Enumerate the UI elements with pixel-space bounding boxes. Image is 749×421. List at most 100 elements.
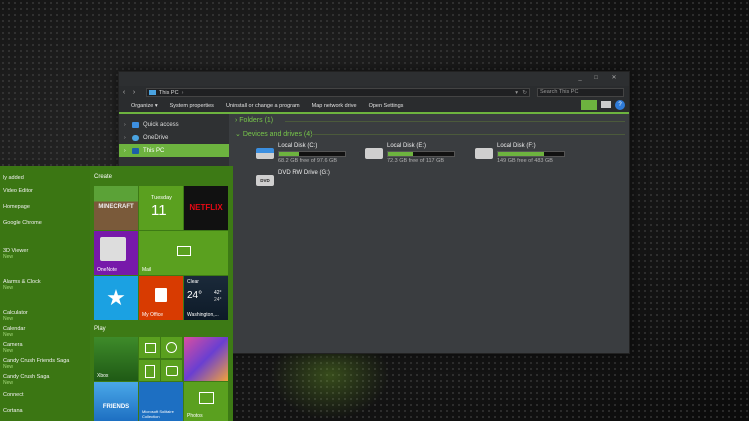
dvd-drive-icon: DVD bbox=[256, 175, 274, 186]
drive-name: Local Disk (F:) bbox=[497, 143, 536, 149]
app-3d-viewer[interactable]: 3D Viewer New bbox=[3, 248, 28, 260]
new-badge: New bbox=[3, 348, 14, 354]
preview-pane-icon[interactable] bbox=[601, 101, 611, 108]
photo-icon bbox=[199, 392, 214, 404]
app-connect[interactable]: Connect bbox=[3, 392, 24, 398]
tile-candy-crush[interactable] bbox=[184, 337, 228, 381]
help-icon[interactable]: ? bbox=[615, 100, 625, 110]
app-calculator[interactable]: Calculator New bbox=[3, 310, 28, 322]
start-menu: ly added Video Editor Homepage Google Ch… bbox=[0, 166, 233, 421]
uninstall-program-button[interactable]: Uninstall or change a program bbox=[220, 103, 306, 109]
calendar-date: 11 bbox=[151, 202, 167, 219]
app-google-chrome[interactable]: Google Chrome bbox=[3, 220, 42, 226]
drive-c[interactable]: Local Disk (C:) 68.2 GB free of 97.6 GB bbox=[256, 143, 366, 167]
tile-minecraft[interactable]: MINECRAFT bbox=[94, 186, 138, 230]
folders-header-text: Folders (1) bbox=[239, 117, 274, 124]
windows-drive-icon bbox=[256, 148, 274, 159]
recently-added-header: ly added bbox=[3, 175, 24, 181]
devices-header-text: Devices and drives (4) bbox=[242, 131, 313, 138]
nav-item-onedrive[interactable]: › OneDrive bbox=[119, 131, 229, 144]
weather-low: 24° bbox=[214, 297, 222, 303]
devices-group-header[interactable]: ⌄ Devices and drives (4) bbox=[235, 130, 312, 138]
tile-netflix[interactable]: NETFLIX bbox=[184, 186, 228, 230]
tile-calculator[interactable] bbox=[139, 360, 160, 381]
star-icon bbox=[132, 121, 139, 128]
drive-free-space: 72.3 GB free of 117 GB bbox=[387, 158, 445, 164]
star-icon: ★ bbox=[106, 285, 126, 310]
drive-f[interactable]: Local Disk (F:) 149 GB free of 483 GB bbox=[475, 143, 585, 167]
app-cortana[interactable]: Cortana bbox=[3, 408, 23, 414]
system-properties-button[interactable]: System properties bbox=[164, 103, 220, 109]
disc-icon bbox=[166, 342, 177, 353]
title-bar[interactable]: _ □ ✕ bbox=[119, 72, 629, 86]
film-icon bbox=[145, 343, 156, 353]
app-calendar[interactable]: Calendar New bbox=[3, 326, 25, 338]
map-network-drive-button[interactable]: Map network drive bbox=[306, 103, 363, 109]
play-section-header: Play bbox=[94, 326, 106, 332]
tile-label: Washington,... bbox=[187, 312, 219, 318]
folders-group-header[interactable]: › Folders (1) bbox=[235, 117, 273, 124]
tile-solitaire[interactable]: Microsoft Solitaire Collection bbox=[139, 382, 183, 421]
drive-free-space: 149 GB free of 483 GB bbox=[497, 158, 553, 164]
expand-icon[interactable]: › bbox=[124, 135, 132, 141]
dropdown-icon[interactable]: ▾ bbox=[515, 90, 518, 96]
netflix-logo: NETFLIX bbox=[189, 203, 223, 212]
divider bbox=[311, 134, 625, 135]
tile-groove[interactable] bbox=[161, 337, 182, 358]
app-alarms-clock[interactable]: Alarms & Clock New bbox=[3, 279, 41, 291]
forward-icon[interactable]: › bbox=[129, 88, 139, 98]
tile-store[interactable]: ★ bbox=[94, 276, 138, 320]
nav-item-quick-access[interactable]: › Quick access bbox=[119, 118, 229, 131]
pc-icon bbox=[132, 147, 139, 154]
app-camera[interactable]: Camera New bbox=[3, 342, 23, 354]
nav-label: This PC bbox=[143, 147, 165, 154]
organize-button[interactable]: Organize ▾ bbox=[125, 103, 164, 109]
nav-item-this-pc[interactable]: › This PC bbox=[119, 144, 229, 157]
app-homepage[interactable]: Homepage bbox=[3, 204, 30, 210]
drive-name: Local Disk (E:) bbox=[387, 143, 427, 149]
drive-usage-bar bbox=[278, 151, 346, 157]
tile-movies[interactable] bbox=[139, 337, 160, 358]
app-candy-crush-friends[interactable]: Candy Crush Friends Saga New bbox=[3, 358, 69, 370]
tile-weather[interactable]: Clear 24° 42° 24° Washington,... bbox=[184, 276, 228, 320]
address-field[interactable]: This PC › ▾ ↻ bbox=[146, 88, 530, 97]
tile-calendar[interactable]: Tuesday 11 bbox=[139, 186, 183, 230]
app-label: Connect bbox=[3, 392, 24, 398]
drive-g[interactable]: DVD DVD RW Drive (G:) bbox=[256, 170, 366, 194]
app-list: ly added Video Editor Homepage Google Ch… bbox=[0, 166, 90, 421]
tile-mail[interactable]: Mail bbox=[139, 231, 228, 275]
drive-name: Local Disk (C:) bbox=[278, 143, 318, 149]
expand-icon[interactable]: › bbox=[124, 122, 132, 128]
tile-label: My Office bbox=[142, 312, 164, 318]
tile-camera[interactable] bbox=[161, 360, 182, 381]
office-icon bbox=[155, 288, 167, 302]
address-bar-row: ‹ › This PC › ▾ ↻ Search This PC bbox=[119, 86, 629, 99]
hard-drive-icon bbox=[475, 148, 493, 159]
tile-my-office[interactable]: My Office bbox=[139, 276, 183, 320]
new-badge: New bbox=[3, 380, 14, 386]
open-settings-button[interactable]: Open Settings bbox=[363, 103, 410, 109]
tile-onenote[interactable]: OneNote bbox=[94, 231, 138, 275]
close-button[interactable]: ✕ bbox=[607, 74, 621, 83]
app-label: Video Editor bbox=[3, 188, 33, 194]
file-content-area: › Folders (1) ⌄ Devices and drives (4) L… bbox=[231, 114, 629, 353]
tile-label: OneNote bbox=[97, 267, 118, 273]
tile-photos[interactable]: Photos bbox=[184, 382, 228, 421]
expand-icon[interactable]: › bbox=[124, 148, 132, 154]
refresh-icon[interactable]: ↻ bbox=[522, 90, 527, 96]
drive-free-space: 68.2 GB free of 97.6 GB bbox=[278, 158, 338, 164]
drive-e[interactable]: Local Disk (E:) 72.3 GB free of 117 GB bbox=[365, 143, 475, 167]
tile-title: MINECRAFT bbox=[98, 204, 134, 210]
tile-candy-crush-friends[interactable]: FRIENDS bbox=[94, 382, 138, 421]
new-badge: New bbox=[3, 316, 14, 322]
tile-label: Mail bbox=[142, 267, 152, 273]
tile-label: Xbox bbox=[97, 373, 109, 379]
maximize-button[interactable]: □ bbox=[589, 74, 603, 83]
minimize-button[interactable]: _ bbox=[573, 74, 587, 83]
back-icon[interactable]: ‹ bbox=[119, 88, 129, 98]
app-candy-crush[interactable]: Candy Crush Saga New bbox=[3, 374, 49, 386]
tile-xbox[interactable]: Xbox bbox=[94, 337, 138, 381]
app-video-editor[interactable]: Video Editor bbox=[3, 188, 33, 194]
view-options-icon[interactable] bbox=[581, 100, 597, 110]
search-input[interactable]: Search This PC bbox=[537, 88, 624, 97]
